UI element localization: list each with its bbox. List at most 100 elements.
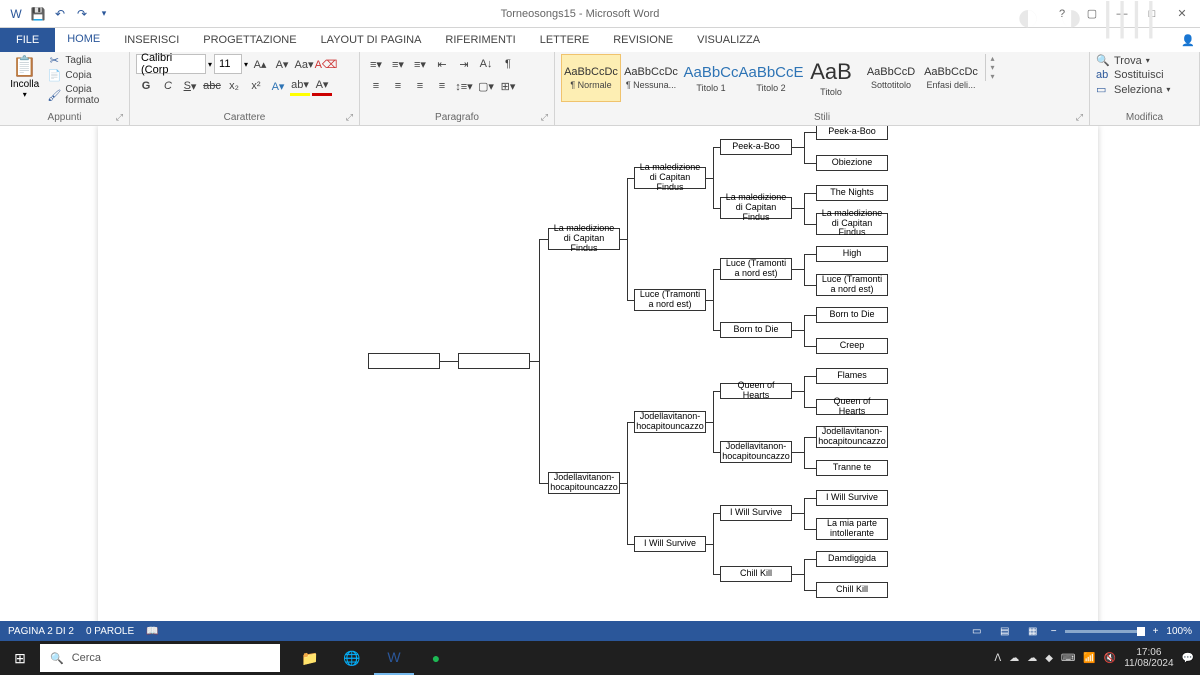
style-item-1[interactable]: AaBbCcDc¶ Nessuna...	[621, 54, 681, 102]
tray-app-icon[interactable]: ◆	[1045, 653, 1053, 664]
subscript-button[interactable]: x₂	[224, 76, 244, 96]
shrink-font-icon[interactable]: A▾	[272, 54, 292, 74]
word-count[interactable]: 0 PAROLE	[86, 626, 134, 637]
tray-lang-icon[interactable]: ⌨	[1061, 653, 1075, 664]
bullets-button[interactable]: ≡▾	[366, 54, 386, 74]
undo-icon[interactable]: ↶	[52, 6, 68, 22]
page-indicator[interactable]: PAGINA 2 DI 2	[8, 626, 74, 637]
tab-review[interactable]: REVISIONE	[601, 28, 685, 52]
replace-button[interactable]: abSostituisci	[1096, 69, 1170, 81]
paste-button[interactable]: 📋 Incolla ▾	[6, 54, 43, 99]
proofing-icon[interactable]: 📖	[146, 626, 158, 637]
styles-gallery[interactable]: AaBbCcDc¶ NormaleAaBbCcDc¶ Nessuna...AaB…	[561, 54, 981, 102]
start-button[interactable]: ⊞	[0, 650, 40, 667]
font-launcher-icon[interactable]: ⤢	[346, 112, 353, 123]
align-left-button[interactable]: ≡	[366, 76, 386, 96]
redo-icon[interactable]: ↷	[74, 6, 90, 22]
app-word[interactable]: W	[374, 641, 414, 675]
tab-layout[interactable]: LAYOUT DI PAGINA	[309, 28, 434, 52]
account-icon[interactable]: 👤	[1176, 28, 1200, 52]
grow-font-icon[interactable]: A▴	[250, 54, 270, 74]
taskbar-search[interactable]: 🔍 Cerca	[40, 644, 280, 672]
document-area[interactable]: Peek-a-BooObiezioneThe NightsLa maledizi…	[0, 126, 1200, 641]
web-layout-icon[interactable]: ▦	[1023, 623, 1043, 639]
app-spotify[interactable]: ●	[416, 641, 456, 675]
tray-wifi-icon[interactable]: 📶	[1083, 653, 1095, 664]
taskbar: ⊞ 🔍 Cerca 📁 🌐 W ● ᐱ ☁ ☁ ◆ ⌨ 📶 🔇 17:06 11…	[0, 641, 1200, 675]
cut-button[interactable]: ✂Taglia	[47, 54, 123, 67]
font-color-button[interactable]: A▾	[312, 76, 332, 96]
shading-button[interactable]: ▢▾	[476, 76, 496, 96]
word-app-icon: W	[8, 6, 24, 22]
document-page: Peek-a-BooObiezioneThe NightsLa maledizi…	[98, 126, 1098, 641]
bracket-r16-1: Obiezione	[816, 155, 888, 171]
style-item-6[interactable]: AaBbCcDcEnfasi deli...	[921, 54, 981, 102]
borders-button[interactable]: ⊞▾	[498, 76, 518, 96]
copy-button[interactable]: 📄Copia	[47, 69, 123, 82]
superscript-button[interactable]: x²	[246, 76, 266, 96]
font-size-select[interactable]: 11	[214, 54, 242, 74]
underline-button[interactable]: S▾	[180, 76, 200, 96]
align-right-button[interactable]: ≡	[410, 76, 430, 96]
read-mode-icon[interactable]: ▭	[967, 623, 987, 639]
tab-design[interactable]: PROGETTAZIONE	[191, 28, 308, 52]
styles-launcher-icon[interactable]: ⤢	[1076, 112, 1083, 123]
tray-notifications-icon[interactable]: 💬	[1182, 653, 1194, 664]
window-title: Torneosongs15 - Microsoft Word	[112, 8, 1048, 20]
clipboard-launcher-icon[interactable]: ⤢	[116, 112, 123, 123]
bracket-r8-5: Jodellavitanon-hocapitouncazzo	[720, 441, 792, 463]
zoom-level[interactable]: 100%	[1166, 626, 1192, 637]
style-item-2[interactable]: AaBbCcTitolo 1	[681, 54, 741, 102]
strike-button[interactable]: abc	[202, 76, 222, 96]
decrease-indent-button[interactable]: ⇤	[432, 54, 452, 74]
tray-volume-icon[interactable]: 🔇	[1104, 653, 1116, 664]
tray-weather-icon[interactable]: ☁	[1009, 653, 1019, 664]
change-case-icon[interactable]: Aa▾	[294, 54, 314, 74]
style-item-5[interactable]: AaBbCcDSottotitolo	[861, 54, 921, 102]
bracket-r16-5: Luce (Tramonti a nord est)	[816, 274, 888, 296]
show-marks-button[interactable]: ¶	[498, 54, 518, 74]
select-button[interactable]: ▭Seleziona▾	[1096, 83, 1170, 96]
clear-format-icon[interactable]: A⌫	[316, 54, 336, 74]
style-item-0[interactable]: AaBbCcDc¶ Normale	[561, 54, 621, 102]
tab-home[interactable]: HOME	[55, 28, 112, 52]
multilevel-button[interactable]: ≡▾	[410, 54, 430, 74]
styles-more[interactable]: ▴▾▾	[985, 54, 999, 81]
style-item-3[interactable]: AaBbCcETitolo 2	[741, 54, 801, 102]
sort-button[interactable]: A↓	[476, 54, 496, 74]
align-center-button[interactable]: ≡	[388, 76, 408, 96]
tray-chevron-icon[interactable]: ᐱ	[994, 653, 1001, 664]
zoom-out-icon[interactable]: −	[1051, 626, 1057, 637]
italic-button[interactable]: C	[158, 76, 178, 96]
justify-button[interactable]: ≡	[432, 76, 452, 96]
tab-references[interactable]: RIFERIMENTI	[433, 28, 527, 52]
tab-insert[interactable]: INSERISCI	[112, 28, 191, 52]
tab-mailings[interactable]: LETTERE	[528, 28, 602, 52]
qat-more-icon[interactable]: ▾	[96, 6, 112, 22]
zoom-slider[interactable]	[1065, 630, 1145, 633]
tab-file[interactable]: FILE	[0, 28, 55, 52]
zoom-in-icon[interactable]: +	[1153, 626, 1159, 637]
bold-button[interactable]: G	[136, 76, 156, 96]
text-effects-button[interactable]: A▾	[268, 76, 288, 96]
close-icon[interactable]: ✕	[1168, 4, 1196, 24]
format-painter-button[interactable]: 🖌Copia formato	[47, 84, 123, 106]
style-item-4[interactable]: AaBTitolo	[801, 54, 861, 102]
app-chrome[interactable]: 🌐	[332, 641, 372, 675]
find-button[interactable]: 🔍Trova▾	[1096, 54, 1170, 67]
save-icon[interactable]: 💾	[30, 6, 46, 22]
tab-view[interactable]: VISUALIZZA	[685, 28, 772, 52]
replace-icon: ab	[1096, 69, 1110, 81]
line-spacing-button[interactable]: ↕≡▾	[454, 76, 474, 96]
paste-dropdown-icon[interactable]: ▾	[23, 90, 27, 99]
highlight-button[interactable]: ab▾	[290, 76, 310, 96]
paragraph-launcher-icon[interactable]: ⤢	[541, 112, 548, 123]
numbering-button[interactable]: ≡▾	[388, 54, 408, 74]
app-file-explorer[interactable]: 📁	[290, 641, 330, 675]
tray-clock[interactable]: 17:06 11/08/2024	[1124, 647, 1173, 669]
print-layout-icon[interactable]: ▤	[995, 623, 1015, 639]
tray-onedrive-icon[interactable]: ☁	[1027, 653, 1037, 664]
increase-indent-button[interactable]: ⇥	[454, 54, 474, 74]
bracket-r8-2: Luce (Tramonti a nord est)	[720, 258, 792, 280]
font-name-select[interactable]: Calibri (Corp	[136, 54, 206, 74]
